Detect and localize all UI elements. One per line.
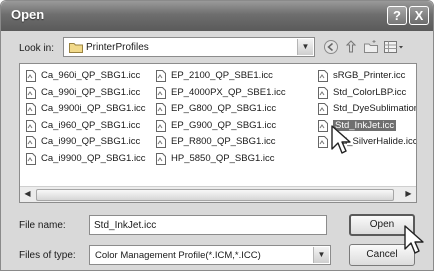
- look-in-label: Look in:: [19, 43, 55, 54]
- file-item-label: EP_G900_QP_SBG1.icc: [171, 119, 277, 131]
- file-item[interactable]: Std_SilverHalide.icc: [318, 134, 417, 149]
- open-dialog: Open ? X Look in: PrinterProfiles ▼ Ca_9…: [0, 0, 434, 271]
- file-item[interactable]: Ca_i990_QP_SBG1.icc: [26, 134, 140, 149]
- profile-file-icon: [156, 136, 166, 148]
- new-folder-icon[interactable]: [363, 39, 379, 55]
- file-item[interactable]: EP_4000PX_QP_SBE1.icc: [156, 85, 286, 100]
- file-type-value: Color Management Profile(*.ICM,*.ICC): [95, 250, 261, 261]
- file-type-combobox[interactable]: Color Management Profile(*.ICM,*.ICC) ▼: [89, 245, 331, 265]
- file-item[interactable]: Ca_9900i_QP_SBG1.icc: [26, 101, 146, 116]
- profile-file-icon: [156, 152, 166, 165]
- views-menu-icon[interactable]: [383, 39, 407, 55]
- profile-file-icon: [26, 70, 36, 82]
- file-item-label: HP_5850_QP_SBG1.icc: [171, 152, 275, 164]
- profile-file-icon: [318, 103, 328, 115]
- dialog-title: Open: [11, 7, 45, 22]
- profile-file-icon: [156, 119, 166, 132]
- file-item[interactable]: Std_ColorLBP.icc: [318, 85, 406, 100]
- file-item[interactable]: sRGB_Printer.icc: [318, 68, 405, 83]
- file-item[interactable]: EP_2100_QP_SBE1.icc: [156, 68, 273, 83]
- file-item-label: EP_2100_QP_SBE1.icc: [171, 70, 273, 81]
- file-item[interactable]: EP_G900_QP_SBG1.icc: [156, 118, 276, 133]
- back-icon[interactable]: [323, 39, 339, 55]
- close-button[interactable]: X: [409, 6, 429, 25]
- file-item[interactable]: Ca_990i_QP_SBG1.icc: [26, 85, 140, 100]
- profile-file-icon: [156, 86, 166, 99]
- file-item-label: Ca_i960_QP_SBG1.icc: [41, 119, 141, 131]
- file-item[interactable]: Ca_i960_QP_SBG1.icc: [26, 118, 140, 133]
- file-name-input[interactable]: [89, 215, 327, 235]
- scroll-left-icon[interactable]: ◀: [21, 188, 34, 200]
- file-item-label: sRGB_Printer.icc: [333, 70, 406, 81]
- file-item-label: Std_InkJet.icc: [333, 119, 397, 131]
- file-list[interactable]: Ca_960i_QP_SBG1.icc Ca_990i_QP_SBG1.icc Ca…: [19, 63, 417, 203]
- cancel-button[interactable]: Cancel: [349, 244, 415, 266]
- file-item[interactable]: Ca_960i_QP_SBG1.icc: [26, 68, 140, 83]
- file-item-label: Std_ColorLBP.icc: [333, 86, 407, 98]
- profile-file-icon: [26, 119, 36, 132]
- file-item-label: Ca_990i_QP_SBG1.icc: [41, 86, 141, 98]
- profile-file-icon: [156, 70, 166, 82]
- file-item-label: Std_DyeSublimation: [333, 103, 417, 114]
- file-item[interactable]: Std_DyeSublimation: [318, 101, 417, 116]
- file-name-label: File name:: [19, 220, 66, 231]
- file-item[interactable]: Ca_i9900_QP_SBG1.icc: [26, 151, 146, 166]
- profile-file-icon: [26, 152, 36, 165]
- file-item-label: Ca_9900i_QP_SBG1.icc: [41, 103, 146, 114]
- profile-file-icon: [26, 86, 36, 99]
- file-type-label: Files of type:: [19, 250, 76, 261]
- chevron-down-icon[interactable]: ▼: [297, 39, 313, 55]
- file-item-label: EP_4000PX_QP_SBE1.icc: [171, 86, 286, 98]
- file-item-label: Ca_i990_QP_SBG1.icc: [41, 136, 141, 147]
- profile-file-icon: [26, 103, 36, 115]
- folder-icon: [69, 43, 83, 53]
- look-in-value: PrinterProfiles: [86, 42, 149, 53]
- file-item-label: Ca_960i_QP_SBG1.icc: [41, 70, 141, 81]
- profile-file-icon: [318, 136, 328, 148]
- file-item-label: Ca_i9900_QP_SBG1.icc: [41, 152, 146, 164]
- up-folder-icon[interactable]: [343, 39, 359, 55]
- file-item[interactable]: EP_R800_QP_SBG1.icc: [156, 134, 276, 149]
- file-item-label: EP_R800_QP_SBG1.icc: [171, 136, 276, 147]
- profile-file-icon: [156, 103, 166, 115]
- file-item-label: Std_SilverHalide.icc: [333, 136, 417, 147]
- profile-file-icon: [318, 70, 328, 82]
- profile-file-icon: [26, 136, 36, 148]
- scroll-right-icon[interactable]: ▶: [402, 188, 415, 200]
- open-button[interactable]: Open: [349, 214, 415, 236]
- profile-file-icon: [318, 119, 328, 132]
- file-item[interactable]: EP_G800_QP_SBG1.icc: [156, 101, 276, 116]
- look-in-combobox[interactable]: PrinterProfiles ▼: [63, 37, 315, 57]
- help-button[interactable]: ?: [387, 6, 407, 25]
- title-bar[interactable]: Open ? X: [1, 1, 433, 31]
- scrollbar-thumb[interactable]: [36, 189, 394, 201]
- chevron-down-icon[interactable]: ▼: [313, 247, 329, 263]
- file-item[interactable]: HP_5850_QP_SBG1.icc: [156, 151, 275, 166]
- file-item[interactable]: Std_InkJet.icc: [318, 118, 397, 133]
- profile-file-icon: [318, 86, 328, 99]
- horizontal-scrollbar[interactable]: ◀ ▶: [20, 186, 416, 202]
- file-item-label: EP_G800_QP_SBG1.icc: [171, 103, 277, 114]
